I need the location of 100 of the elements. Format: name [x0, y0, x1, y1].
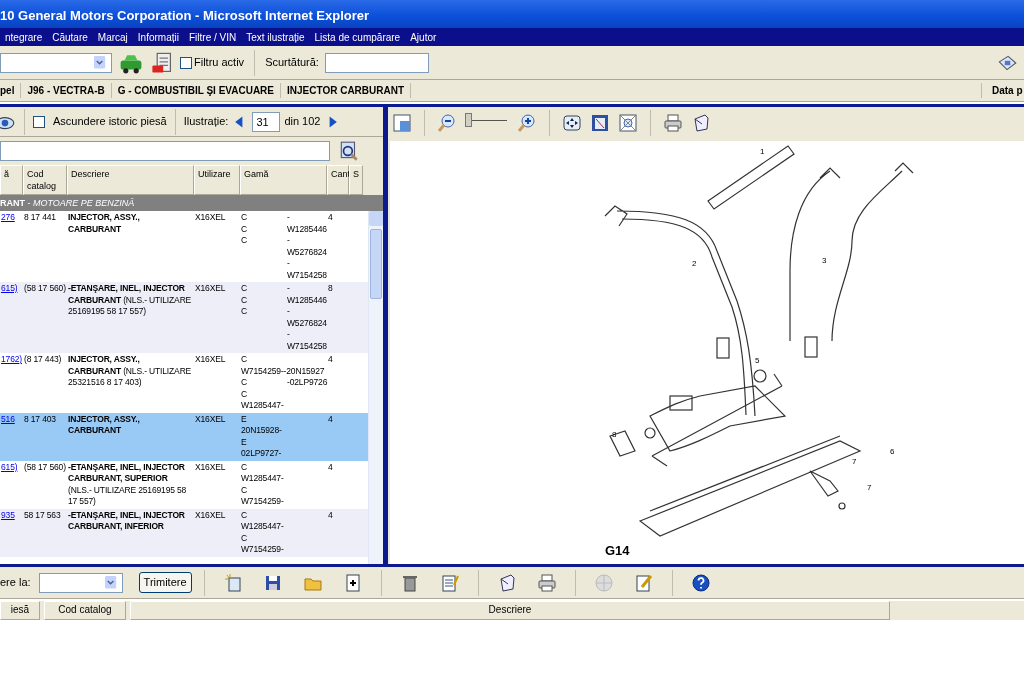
menu-item[interactable]: Filtre / VIN	[183, 28, 242, 46]
send-button[interactable]: Trimitere	[138, 572, 192, 593]
menu-item[interactable]: Căutare	[47, 28, 93, 46]
search-icon[interactable]	[338, 140, 360, 162]
table-cell-text: X16XEL	[194, 461, 227, 474]
description-cell-text: INJECTOR, ASSY., CARBURANT (NLS.- UTILIZARE 25321516 8 17 403)	[67, 354, 193, 389]
callout-number: 6	[890, 447, 895, 456]
menu-item[interactable]: Marcaj	[92, 28, 133, 46]
range-cell-text: W1285447-	[241, 473, 285, 485]
image-zoom-icon[interactable]	[618, 113, 638, 133]
column-header[interactable]: Gamă	[240, 165, 327, 195]
edit-list-icon[interactable]	[439, 572, 460, 593]
description-cell-text: -ETANŞARE, INEL, INJECTOR CARBURANT, INFERIOR	[67, 509, 186, 533]
send-to-label: ere la:	[0, 575, 31, 591]
range-cell-text: C	[241, 294, 248, 306]
menu-item[interactable]: ntegrare	[0, 28, 48, 46]
table-row[interactable]: 615) (58 17 560) -ETANŞARE, INEL, INJECTOR CARBURANT, SUPERIOR (NLS.- UTILIZARE 25169195 58 17 557) X16XEL C W1285447- C W7154259- 4	[0, 460, 368, 509]
menu-item[interactable]: Lista de cumpărare	[309, 28, 406, 46]
help-icon[interactable]	[690, 572, 711, 593]
print-icon[interactable]	[663, 113, 683, 133]
table-row[interactable]: 1762) (8 17 443) INJECTOR, ASSY., CARBURANT (NLS.- UTILIZARE 25321516 8 17 403) X16XEL C W7154259--20N15927 C -02LP9726 C W1285447- 4	[0, 353, 368, 413]
column-header[interactable]: Descriere	[130, 601, 890, 620]
column-header[interactable]: Cod catalog	[23, 165, 67, 195]
date-label: Data p	[981, 83, 1024, 98]
column-header[interactable]: Cant	[327, 165, 349, 195]
part-number-link[interactable]: 516	[1, 413, 15, 424]
search-field[interactable]	[0, 141, 330, 161]
callout-number: 3	[822, 256, 827, 265]
range-cell-text: C	[241, 509, 248, 521]
description-cell-text: INJECTOR, ASSY., CARBURANT	[67, 413, 141, 437]
zoom-in-icon[interactable]	[517, 113, 537, 133]
table-cell-text: (58 17 560)	[23, 283, 67, 295]
send-to-dropdown[interactable]	[38, 572, 123, 593]
callout-number: 8	[612, 430, 617, 439]
table-cell-text: 8 17 441	[23, 212, 57, 224]
scrollbar[interactable]	[368, 211, 383, 564]
range-cell-text: E	[241, 436, 248, 448]
range-cell-text: C	[241, 235, 248, 247]
callout-number: 5	[755, 356, 760, 365]
range-cell-text: C	[241, 223, 248, 235]
breadcrumb-link[interactable]: pel	[0, 83, 22, 98]
breadcrumb-link[interactable]: G - COMBUSTIBIL ŞI EVACUARE	[111, 83, 281, 98]
column-header[interactable]: ă	[0, 165, 23, 195]
description-cell-text: -ETANŞARE, INEL, INJECTOR CARBURANT (NLS.- UTILIZARE 25169195 58 17 557)	[67, 283, 193, 318]
filter-checkbox[interactable]	[180, 56, 192, 69]
shortcut-field[interactable]	[324, 52, 429, 73]
range-cell-text: C	[241, 377, 248, 389]
description-cell-text: -ETANŞARE, INEL, INJECTOR CARBURANT, SUPERIOR (NLS.- UTILIZARE 25169195 58 17 557)	[67, 461, 188, 508]
menu-item[interactable]: Informații	[132, 28, 184, 46]
breadcrumb-link[interactable]: INJECTOR CARBURANT	[281, 83, 412, 98]
part-number-link[interactable]: 615)	[1, 461, 18, 472]
table-cell-text: (8 17 443)	[23, 354, 63, 366]
group-header: RANT - MOTOARE PE BENZINĂ	[0, 195, 383, 211]
hide-history-checkbox[interactable]	[33, 115, 45, 128]
range-cell: W7154259--20N15927	[241, 365, 325, 377]
table-cell-text: X16XEL	[194, 413, 227, 426]
table-row[interactable]: 276 8 17 441 INJECTOR, ASSY., CARBURANT X16XEL C - C W1285446 C - W5276824 - W7154258 4	[0, 211, 368, 282]
filter-label: Filtru activ	[194, 55, 245, 71]
fit-to-window-icon[interactable]	[562, 113, 582, 133]
table-cell-text: 4	[327, 212, 334, 224]
column-header[interactable]: Descriere	[67, 165, 194, 195]
range-cell-text: 20N15928-	[241, 425, 283, 437]
range-cell-text: 02LP9727-	[241, 448, 283, 460]
range-cell-text: C	[241, 212, 248, 224]
illustration-number-field[interactable]: 31	[252, 111, 281, 132]
part-number-link[interactable]: 276	[1, 212, 15, 222]
table-cell-text: 4	[327, 461, 334, 474]
range-cell: W7154258	[287, 340, 327, 352]
part-number-link[interactable]: 935	[1, 509, 15, 520]
window-icon[interactable]	[392, 113, 412, 133]
column-header[interactable]: iesă	[0, 601, 40, 620]
callout-number: 7	[867, 483, 872, 492]
table-cell-text: 4	[327, 354, 334, 366]
breadcrumb-link[interactable]: J96 - VECTRA-B	[21, 83, 112, 98]
column-header[interactable]: S	[349, 165, 363, 195]
table-cell-text: 8 17 403	[23, 413, 57, 426]
range-cell-text: C	[241, 354, 248, 366]
column-header[interactable]: Utilizare	[194, 165, 240, 195]
edit-icon[interactable]	[633, 572, 654, 593]
range-cell: W1285446	[287, 294, 327, 306]
table-row[interactable]: 935 58 17 563 -ETANŞARE, INEL, INJECTOR CARBURANT, INFERIOR X16XEL C W1285447- C W7154259- 4	[0, 508, 368, 557]
caret-icon	[104, 575, 119, 590]
part-number-link[interactable]: 1762)	[1, 354, 22, 364]
figure-label: G14	[605, 543, 630, 558]
zoom-out-icon[interactable]	[437, 113, 457, 133]
table-row[interactable]: 615) (58 17 560) -ETANŞARE, INEL, INJECTOR CARBURANT (NLS.- UTILIZARE 25169195 58 17 557) X16XEL C - C W1285446 C - W5276824 - W7154258 8	[0, 282, 368, 353]
model-dropdown[interactable]	[0, 52, 112, 73]
scrollbar-thumb[interactable]	[370, 229, 382, 299]
table-row[interactable]: 516 8 17 403 INJECTOR, ASSY., CARBURANT X16XEL E 20N15928- E 02LP9727- 4	[0, 412, 368, 461]
image-icon[interactable]	[590, 113, 610, 133]
new-document-icon[interactable]	[222, 572, 243, 593]
column-header[interactable]: Cod catalog	[44, 601, 126, 620]
document-icon[interactable]	[150, 50, 174, 75]
range-cell: -	[287, 283, 290, 295]
part-number-link[interactable]: 615)	[1, 283, 18, 293]
menu-item[interactable]: Text ilustrație	[241, 28, 310, 46]
slider-thumb[interactable]	[465, 113, 472, 127]
print-icon[interactable]	[536, 572, 557, 593]
menu-item[interactable]: Ajutor	[405, 28, 442, 46]
range-cell: -02LP9726	[287, 377, 328, 389]
